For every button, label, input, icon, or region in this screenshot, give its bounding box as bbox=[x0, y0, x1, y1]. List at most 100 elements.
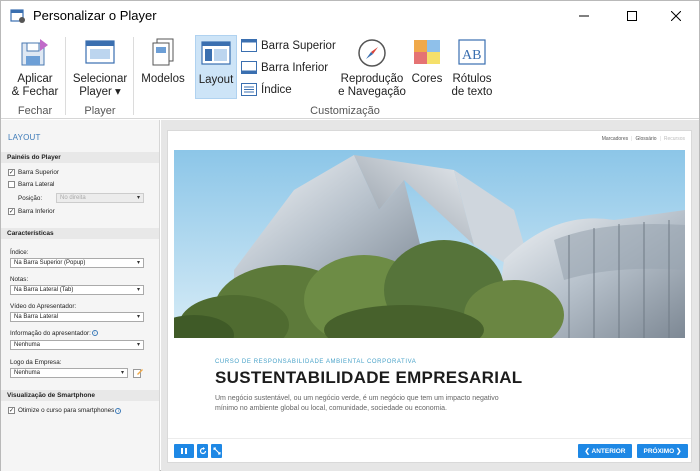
top-bar-label: Barra Superior bbox=[261, 39, 336, 52]
colors-button[interactable]: Cores bbox=[409, 37, 445, 86]
pause-icon bbox=[181, 448, 187, 454]
section-features: Características bbox=[1, 228, 159, 239]
playback-navigation-button[interactable]: Reprodução e Navegação bbox=[337, 37, 407, 99]
company-logo-value: Nenhuma bbox=[14, 370, 41, 376]
top-bar-icon bbox=[241, 39, 257, 52]
text-labels-button[interactable]: AB Rótulos de texto bbox=[448, 37, 496, 99]
customize-player-window: Personalizar o Player Aplicar & Fechar F… bbox=[0, 0, 700, 471]
layout-label: Layout bbox=[198, 74, 234, 86]
slide-description: Um negócio sustentável, ou um negócio ve… bbox=[215, 395, 499, 412]
player-window-icon bbox=[85, 40, 115, 64]
compass-icon bbox=[358, 39, 386, 67]
link-bookmarks[interactable]: Marcadores bbox=[602, 136, 628, 142]
app-icon bbox=[10, 9, 25, 23]
text-labels-label-2: de texto bbox=[451, 86, 493, 98]
presenter-info-select[interactable]: Nenhuma ▾ bbox=[10, 340, 144, 350]
bottom-bar-button[interactable]: Barra Inferior bbox=[241, 61, 328, 74]
layout-icon bbox=[201, 41, 231, 65]
colors-palette-icon bbox=[414, 40, 440, 64]
edit-logo-icon[interactable] bbox=[133, 368, 144, 378]
position-select: No direita ▾ bbox=[56, 193, 144, 203]
company-logo-label: Logo da Empresa: bbox=[10, 359, 62, 366]
select-label-1: Selecionar bbox=[72, 73, 128, 85]
apply-label-2: & Fechar bbox=[11, 86, 59, 98]
bottom-bar-checkbox-label: Barra Inferior bbox=[18, 208, 55, 215]
player-top-links: Marcadores | Glossário | Recursos bbox=[602, 136, 685, 142]
previous-button[interactable]: ❮ ANTERIOR bbox=[578, 444, 632, 458]
colors-label: Cores bbox=[411, 73, 443, 85]
section-player-panels: Painéis do Player bbox=[1, 152, 159, 163]
player-control-bar: ❮ ANTERIOR PRÓXIMO ❯ bbox=[168, 438, 691, 462]
checkbox-checked-icon: ✓ bbox=[8, 407, 15, 414]
replay-button[interactable] bbox=[197, 444, 208, 458]
group-label-player: Player bbox=[84, 105, 116, 117]
link-resources[interactable]: Recursos bbox=[664, 136, 685, 142]
panel-header: LAYOUT bbox=[8, 133, 41, 142]
svg-text:AB: AB bbox=[462, 48, 481, 63]
text-labels-icon: AB bbox=[458, 39, 486, 65]
index-button[interactable]: Índice bbox=[241, 83, 292, 96]
course-subtitle: CURSO DE RESPONSABILIDADE AMBIENTAL CORP… bbox=[215, 359, 417, 365]
position-label: Posição: bbox=[18, 195, 43, 202]
slide-hero-image bbox=[174, 150, 685, 338]
maximize-button[interactable] bbox=[609, 1, 655, 31]
side-bar-checkbox[interactable]: Barra Lateral bbox=[8, 181, 54, 188]
optimize-smartphone-checkbox[interactable]: ✓ Otimize o curso para smartphones i bbox=[8, 407, 122, 414]
layout-button[interactable]: Layout bbox=[195, 35, 237, 99]
ribbon-separator bbox=[65, 37, 66, 115]
pause-button[interactable] bbox=[174, 444, 194, 458]
optimize-smartphone-label: Otimize o curso para smartphones bbox=[18, 407, 115, 414]
presenter-info-value: Nenhuma bbox=[14, 342, 41, 348]
select-player-button[interactable]: Selecionar Player ▾ bbox=[71, 37, 129, 99]
models-label: Modelos bbox=[141, 73, 185, 85]
slide-text: CURSO DE RESPONSABILIDADE AMBIENTAL CORP… bbox=[215, 359, 655, 414]
link-glossary[interactable]: Glossário bbox=[635, 136, 656, 142]
notes-field-label: Notas: bbox=[10, 276, 29, 283]
link-divider: | bbox=[631, 136, 633, 142]
notes-select[interactable]: Na Barra Lateral (Tab) ▾ bbox=[10, 285, 144, 295]
index-field-label: Índice: bbox=[10, 249, 29, 256]
checkbox-unchecked-icon bbox=[8, 181, 15, 188]
notes-select-value: Na Barra Lateral (Tab) bbox=[14, 287, 74, 293]
slide-title: SUSTENTABILIDADE EMPRESARIAL bbox=[215, 368, 523, 387]
top-bar-button[interactable]: Barra Superior bbox=[241, 39, 336, 52]
text-labels-label-1: Rótulos bbox=[452, 73, 492, 85]
next-button[interactable]: PRÓXIMO ❯ bbox=[637, 444, 688, 458]
top-bar-checkbox[interactable]: ✓ Barra Superior bbox=[8, 169, 59, 176]
info-icon[interactable]: i bbox=[115, 407, 122, 414]
bottom-bar-checkbox[interactable]: ✓ Barra Inferior bbox=[8, 208, 55, 215]
group-label-customization: Customização bbox=[310, 105, 380, 117]
expand-icon bbox=[213, 447, 220, 455]
layout-settings-panel: LAYOUT Painéis do Player ✓ Barra Superior… bbox=[1, 120, 160, 471]
close-button[interactable] bbox=[653, 1, 699, 31]
side-bar-checkbox-label: Barra Lateral bbox=[18, 181, 55, 188]
info-icon[interactable]: i bbox=[91, 330, 98, 337]
presenter-info-text: Informação do apresentador: bbox=[10, 330, 91, 337]
link-divider: | bbox=[659, 136, 661, 142]
ribbon-separator bbox=[133, 37, 134, 115]
apply-close-button[interactable]: Aplicar & Fechar bbox=[9, 37, 61, 99]
replay-icon bbox=[199, 447, 206, 455]
ribbon: Aplicar & Fechar Fechar Selecionar Playe… bbox=[1, 31, 699, 119]
minimize-button[interactable] bbox=[561, 1, 607, 31]
section-smartphone: Visualização de Smartphone bbox=[1, 390, 159, 401]
index-list-icon bbox=[241, 83, 257, 96]
title-bar: Personalizar o Player bbox=[1, 1, 699, 31]
top-bar-checkbox-label: Barra Superior bbox=[18, 169, 59, 176]
position-value: No direita bbox=[60, 195, 86, 201]
fullscreen-button[interactable] bbox=[211, 444, 222, 458]
chevron-down-icon: ▾ bbox=[136, 314, 140, 320]
apply-save-icon bbox=[21, 39, 48, 66]
chevron-down-icon: ▾ bbox=[136, 342, 140, 348]
player-preview: Marcadores | Glossário | Recursos CURSO … bbox=[167, 130, 692, 463]
index-select[interactable]: Na Barra Superior (Popup) ▾ bbox=[10, 258, 144, 268]
chevron-down-icon: ▾ bbox=[120, 370, 124, 376]
presenter-video-select[interactable]: Na Barra Lateral ▾ bbox=[10, 312, 144, 322]
chevron-down-icon: ▾ bbox=[136, 287, 140, 293]
presenter-info-label: Informação do apresentador: i bbox=[10, 330, 98, 337]
models-button[interactable]: Modelos bbox=[138, 37, 188, 86]
company-logo-select[interactable]: Nenhuma ▾ bbox=[10, 368, 128, 378]
presenter-video-label: Vídeo do Apresentador: bbox=[10, 303, 77, 310]
index-label: Índice bbox=[261, 83, 292, 96]
presenter-video-value: Na Barra Lateral bbox=[14, 314, 59, 320]
